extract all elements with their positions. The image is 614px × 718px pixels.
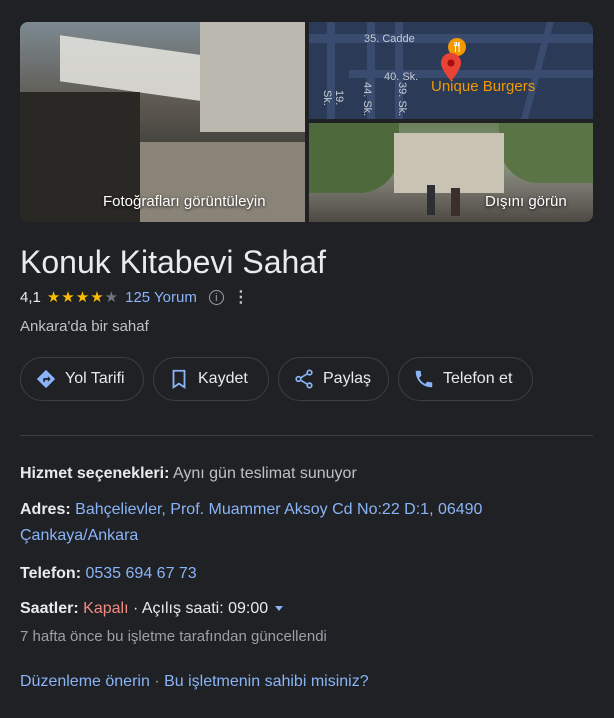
action-buttons: Yol Tarifi Kaydet Paylaş Telefon et (20, 357, 533, 401)
map-place-label: Unique Burgers (431, 78, 536, 95)
footer-separator: · (149, 673, 165, 690)
hours: Saatler: Kapalı · Açılış saati: 09:00 (20, 596, 580, 622)
phone-number[interactable]: 0535 694 67 73 (85, 565, 196, 582)
map-street-label: 35. Cadde (364, 33, 415, 45)
map-thumbnail[interactable]: 35. Cadde 40. Sk. 44. Sk. 39. Sk. 19. Sk… (309, 22, 593, 119)
share-icon (295, 369, 313, 389)
map-street-label: 44. Sk. (361, 82, 373, 117)
save-label: Kaydet (198, 370, 248, 387)
outside-photo[interactable]: Dışını görün (309, 123, 593, 222)
photo-label-outside: Dışını görün (485, 193, 567, 210)
phone: Telefon: 0535 694 67 73 (20, 561, 580, 587)
hours-status: Kapalı (83, 600, 129, 617)
storefront-photo[interactable]: Fotoğrafları görüntüleyin (20, 22, 305, 222)
building-facade (200, 22, 305, 132)
map-street-label: 39. Sk. (396, 82, 408, 117)
people-shape (427, 185, 435, 215)
hours-open-time[interactable]: Açılış saati: 09:00 (142, 600, 268, 617)
address-line-1[interactable]: Bahçelievler, Prof. Muammer Aksoy Cd No:… (75, 501, 482, 518)
more-vert-icon[interactable]: ⋮ (233, 287, 249, 307)
call-label: Telefon et (443, 370, 513, 387)
divider (20, 435, 593, 436)
sidewalk (140, 142, 305, 222)
stars-empty: ★ (104, 289, 120, 306)
info-icon[interactable]: i (208, 289, 224, 305)
rating-row: 4,1 ★★★★★ 125 Yorum i ⋮ (20, 286, 249, 308)
hours-label: Saatler: (20, 600, 79, 617)
directions-label: Yol Tarifi (65, 370, 125, 387)
share-label: Paylaş (323, 370, 372, 387)
map-street-label: 19. Sk. (321, 90, 345, 106)
call-button[interactable]: Telefon et (398, 357, 533, 401)
bookmark-icon (172, 369, 186, 389)
phone-icon (415, 370, 433, 388)
tree-left (309, 123, 399, 193)
address-line-2[interactable]: Çankaya/Ankara (20, 527, 138, 544)
directions-button[interactable]: Yol Tarifi (20, 357, 144, 401)
service-options-value: Aynı gün teslimat sunuyor (172, 465, 357, 482)
service-options-label: Hizmet seçenekleri: (20, 465, 170, 482)
building-facade (394, 133, 504, 193)
photo-gallery: Fotoğrafları görüntüleyin 35. Cadde 40. … (20, 22, 593, 222)
save-button[interactable]: Kaydet (153, 357, 269, 401)
address: Adres: Bahçelievler, Prof. Muammer Aksoy… (20, 497, 580, 549)
tree-right (499, 123, 593, 183)
star-rating: ★★★★★ (47, 288, 119, 306)
own-business-link[interactable]: Bu işletmenin sahibi misiniz? (164, 673, 369, 690)
phone-label: Telefon: (20, 565, 82, 582)
rating-value: 4,1 (20, 288, 41, 306)
suggest-edit-link[interactable]: Düzenleme önerin (20, 673, 150, 690)
service-options: Hizmet seçenekleri: Aynı gün teslimat su… (20, 461, 580, 487)
address-label: Adres: (20, 501, 71, 518)
photo-label-main: Fotoğrafları görüntüleyin (103, 193, 266, 210)
hours-updated-note: 7 hafta önce bu işletme tarafından günce… (20, 628, 327, 645)
people-shape (451, 188, 460, 216)
chevron-down-icon[interactable] (274, 606, 283, 612)
hours-separator: · (128, 600, 142, 617)
footer-links: Düzenleme önerin · Bu işletmenin sahibi … (20, 673, 369, 691)
business-name: Konuk Kitabevi Sahaf (20, 244, 326, 280)
stars-filled: ★★★★ (46, 289, 105, 306)
business-category: Ankara'da bir sahaf (20, 318, 149, 335)
share-button[interactable]: Paylaş (278, 357, 389, 401)
directions-icon (36, 369, 56, 389)
reviews-link[interactable]: 125 Yorum (125, 289, 197, 306)
